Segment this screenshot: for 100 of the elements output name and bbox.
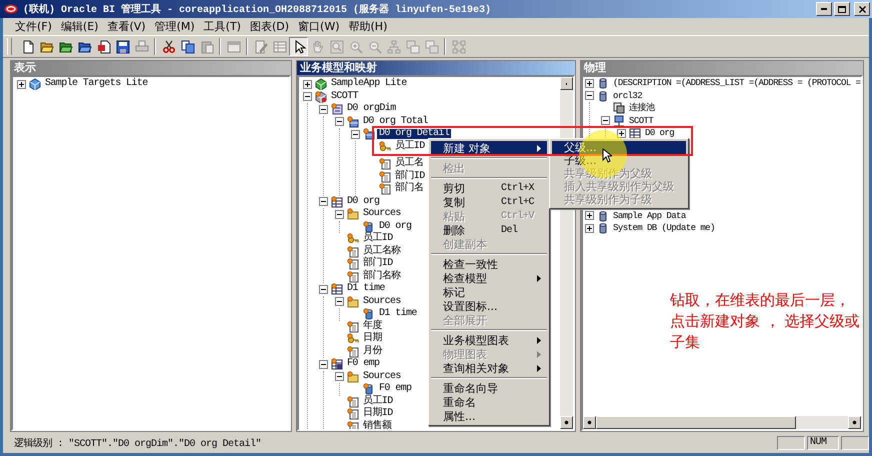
tree-toggle[interactable]: [335, 117, 344, 126]
menu-item[interactable]: 设置图标...: [431, 299, 547, 313]
menu-item[interactable]: 复制 Ctrl+C: [431, 195, 547, 209]
scroll-up-button[interactable]: [560, 77, 573, 90]
tree-toggle[interactable]: [335, 210, 344, 219]
tree-item[interactable]: 部门名: [393, 184, 426, 194]
scroll-left-button[interactable]: [583, 416, 596, 429]
menu-item[interactable]: 业务模型图表: [431, 333, 547, 347]
tree-item[interactable]: (DESCRIPTION =(ADDRESS_LIST =(ADDRESS = (PROTOCOL =: [611, 78, 861, 88]
status-indicator: NUM: [807, 436, 839, 450]
tree-item[interactable]: D0 orgDim: [345, 104, 398, 114]
tree-item[interactable]: System DB (Update me): [611, 223, 717, 234]
tree-item[interactable]: 连接池: [627, 103, 656, 114]
menu-item[interactable]: 重命名向导: [431, 381, 547, 395]
zoom-out-icon: [368, 40, 382, 54]
tree-item[interactable]: 销售额: [361, 422, 394, 429]
tree-item[interactable]: 日期: [361, 334, 384, 344]
column-icon: [347, 346, 359, 358]
tree-item[interactable]: 部门名称: [361, 272, 403, 282]
tree-item[interactable]: SCOTT: [627, 116, 656, 126]
tree-toggle[interactable]: [585, 78, 594, 88]
tree-item[interactable]: 员工ID: [361, 234, 395, 244]
tree-toggle[interactable]: [319, 104, 328, 114]
menu-item[interactable]: 检查一致性: [431, 257, 547, 271]
menu-item[interactable]: 文件(F): [11, 19, 56, 34]
tree-item[interactable]: 部门ID: [361, 259, 395, 270]
tree-item[interactable]: 员工名称: [361, 246, 403, 257]
tree-item[interactable]: F0 emp: [345, 359, 382, 370]
open-folder-icon: [40, 40, 54, 54]
tree-item[interactable]: SampleApp Lite: [329, 79, 409, 90]
menu-item[interactable]: 删除 Del: [431, 223, 547, 237]
close-button[interactable]: [854, 2, 870, 16]
menu-item[interactable]: 查询相关对象: [431, 361, 547, 375]
tree-item[interactable]: 员工ID: [393, 142, 427, 152]
tree-item[interactable]: D0 org: [377, 222, 414, 232]
menu-item[interactable]: 重命名: [431, 395, 547, 409]
tree-toggle[interactable]: [319, 360, 328, 369]
menu-item[interactable]: 工具(T): [200, 19, 245, 34]
tree-toggle[interactable]: [335, 297, 344, 306]
menu-item[interactable]: 图表(D): [246, 19, 294, 34]
tree-toggle[interactable]: [585, 224, 594, 233]
tree-item[interactable]: Sample App Data: [611, 210, 688, 221]
level-icon: [363, 128, 375, 140]
zoom-icon: [330, 40, 344, 54]
tree-toggle[interactable]: [17, 80, 26, 89]
tree-item[interactable]: Sources: [361, 209, 403, 220]
window-icon: [226, 40, 240, 54]
menu-item[interactable]: 窗口(W): [294, 19, 344, 34]
tree-toggle[interactable]: [601, 116, 610, 126]
toolbar-button[interactable]: [289, 37, 308, 56]
tree-toggle[interactable]: [303, 80, 312, 89]
cube-icon: [315, 78, 327, 90]
database-icon: [363, 220, 375, 233]
tree-toggle[interactable]: [585, 91, 594, 100]
tree-item[interactable]: 员工名: [393, 159, 426, 170]
tree-item[interactable]: 员工ID: [361, 396, 395, 407]
tree-item[interactable]: SCOTT: [329, 92, 360, 102]
window-title: (联机) Oracle BI 管理工具 - coreapplication_OH2088712015 (服务器 linyufen-5e19e3): [23, 2, 492, 16]
tree-toggle[interactable]: [319, 284, 328, 294]
tree-toggle[interactable]: [617, 128, 626, 138]
tree-item[interactable]: 部门ID: [393, 172, 427, 182]
tree-toggle[interactable]: [303, 92, 312, 102]
annotation-text: 钻取，在维表的最后一层， 点击新建对象 ， 选择父级或 子集: [670, 290, 860, 353]
tree-item[interactable]: D1 time: [377, 309, 419, 320]
open-folder-icon: [78, 40, 92, 54]
tree-item[interactable]: Sources: [361, 296, 403, 307]
tree-item[interactable]: D0 org: [643, 128, 676, 138]
tree-item[interactable]: F0 emp: [377, 384, 414, 394]
tree-item[interactable]: orcl32: [611, 90, 644, 101]
menu-item[interactable]: 编辑(E): [56, 19, 102, 34]
logo-icon: [4, 4, 18, 14]
minimize-button[interactable]: [816, 2, 832, 16]
tree-toggle[interactable]: [319, 197, 328, 206]
tree-item[interactable]: D0 org Total: [361, 116, 430, 127]
tree-item[interactable]: 年度: [361, 322, 384, 332]
menu-item[interactable]: 管理(M): [150, 19, 199, 34]
scroll-down-button[interactable]: [560, 416, 573, 429]
shortcut-text: Ctrl+X: [501, 182, 536, 194]
menu-item[interactable]: 帮助(H): [344, 19, 392, 34]
tree-item[interactable]: D1 time: [345, 284, 387, 294]
menu-item[interactable]: 剪切 Ctrl+X: [431, 181, 547, 195]
tree-toggle[interactable]: [585, 211, 594, 220]
tree-toggle[interactable]: [351, 130, 360, 139]
menu-item[interactable]: 属性...: [431, 409, 547, 423]
column-icon: [379, 158, 391, 170]
mouse-pointer-icon: [602, 148, 612, 163]
tree-toggle[interactable]: [335, 372, 344, 382]
menu-item[interactable]: 新建 对象: [431, 141, 547, 155]
tree-item[interactable]: Sources: [361, 372, 403, 382]
maximize-button[interactable]: [834, 2, 850, 16]
level-icon: [347, 116, 359, 128]
tree-item[interactable]: 月份: [361, 346, 384, 357]
menu-item[interactable]: 标记: [431, 285, 547, 299]
menu-item[interactable]: 查看(V): [103, 19, 150, 34]
scrollbar-thumb[interactable]: [596, 416, 796, 429]
scroll-right-button[interactable]: [848, 416, 861, 429]
tree-item[interactable]: 日期ID: [361, 409, 395, 420]
tree-item[interactable]: Sample Targets Lite: [43, 79, 150, 90]
menu-item[interactable]: 检查模型: [431, 271, 547, 285]
tree-item[interactable]: D0 org: [345, 196, 382, 207]
